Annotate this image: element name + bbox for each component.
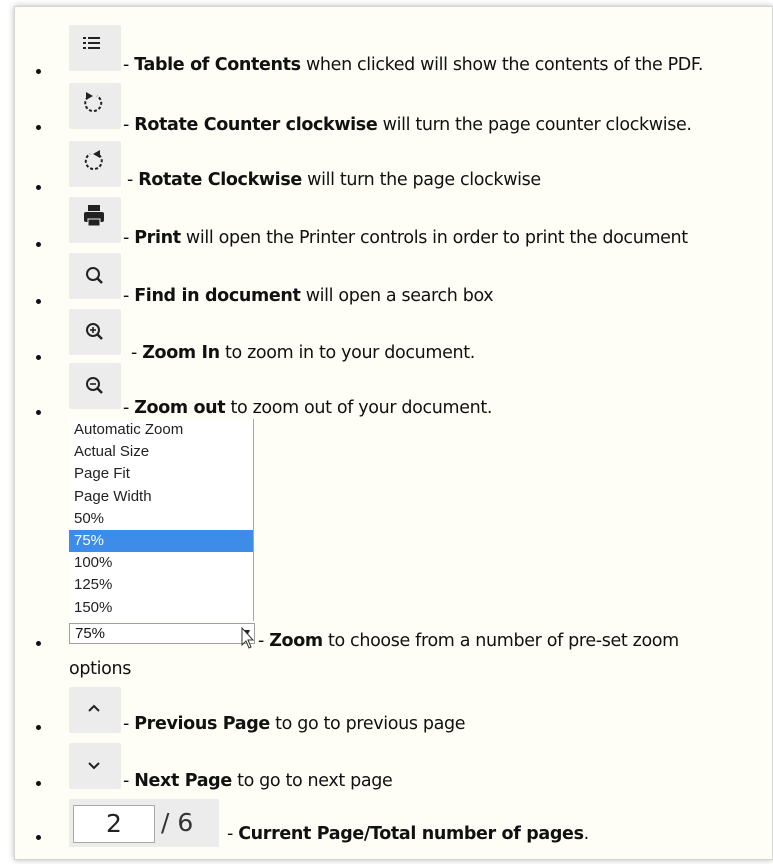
list-item: - Print will open the Printer controls i… [15,197,772,255]
item-description: - Next Page to go to next page [123,771,393,791]
list-item: - Find in document will open a search bo… [15,253,772,311]
mouse-cursor-icon [241,627,255,649]
bullet [36,355,41,360]
next-page-button[interactable] [69,743,121,789]
zoom-out-icon [86,377,103,394]
bullet [36,725,41,730]
item-term: Print [134,228,181,248]
item-description: - Find in document will open a search bo… [123,286,494,306]
print-icon [84,205,104,227]
current-page-input[interactable]: 2 [73,805,155,843]
print-button[interactable] [69,197,121,243]
chevron-down-icon [88,762,100,770]
table-of-contents-icon [83,37,100,49]
bullet [36,185,41,190]
item-term: Rotate Clockwise [138,170,302,190]
previous-page-button[interactable] [69,687,121,733]
item-term: Next Page [134,771,232,791]
zoom-in-button[interactable] [69,309,121,355]
item-term: Zoom [269,631,323,651]
zoom-select-value: 75% [75,625,106,642]
zoom-option-selected[interactable]: 75% [69,529,253,553]
item-description: - Rotate Clockwise will turn the page cl… [127,170,541,190]
bullet [36,242,41,247]
zoom-option[interactable]: 125% [69,574,253,596]
list-item: - Rotate Counter clockwise will turn the… [15,83,772,141]
item-description: - Zoom In to zoom in to your document. [131,343,475,363]
search-icon [86,267,103,284]
item-description: - Rotate Counter clockwise will turn the… [123,115,692,135]
zoom-in-icon [86,323,103,340]
zoom-option[interactable]: 50% [69,508,253,530]
item-description-continued: options [69,659,132,679]
rotate-counterclockwise-button[interactable] [69,83,121,129]
rotate-clockwise-button[interactable] [69,141,121,187]
bullet [36,781,41,786]
item-term: Table of Contents [134,55,301,75]
zoom-option[interactable]: 150% [69,597,253,619]
item-term: Zoom out [134,398,226,418]
list-item: - Zoom out to zoom out of your document. [15,363,772,421]
bullet [36,299,41,304]
total-pages: / 6 [161,808,194,837]
bullet [36,835,41,840]
zoom-options-list[interactable]: Automatic Zoom Actual Size Page Fit Page… [69,419,254,621]
item-term: Previous Page [134,714,270,734]
zoom-option[interactable]: Actual Size [69,441,253,463]
list-item: - Table of Contents when clicked will sh… [15,25,772,83]
bullet [36,410,41,415]
zoom-out-button[interactable] [69,363,121,409]
find-button[interactable] [69,253,121,299]
zoom-option[interactable]: Page Width [69,486,253,508]
list-item: - Zoom In to zoom in to your document. [15,309,772,367]
zoom-option[interactable]: Page Fit [69,463,253,485]
item-description: - Table of Contents when clicked will sh… [123,55,704,75]
item-term: Find in document [134,286,301,306]
item-description: - Previous Page to go to previous page [123,714,466,734]
item-description: - Print will open the Printer controls i… [123,228,688,248]
item-description: - Zoom to choose from a number of pre-se… [258,631,679,651]
bullet [36,125,41,130]
list-item: - Previous Page to go to previous page [15,687,772,745]
bullet [36,69,41,74]
item-term: Zoom In [142,343,220,363]
help-panel: - Table of Contents when clicked will sh… [14,6,773,860]
rotate-clockwise-icon [84,150,103,171]
bullet [36,641,41,646]
zoom-option[interactable]: 100% [69,552,253,574]
rotate-counterclockwise-icon [84,92,103,113]
item-description: - Current Page/Total number of pages. [227,824,589,844]
zoom-option[interactable]: Automatic Zoom [69,419,253,441]
item-term: Rotate Counter clockwise [134,115,378,135]
table-of-contents-button[interactable] [69,25,121,71]
zoom-select[interactable]: 75% [69,623,255,644]
list-item: - Next Page to go to next page [15,743,772,801]
chevron-up-icon [88,704,100,712]
list-item: - Rotate Clockwise will turn the page cl… [15,141,772,199]
item-term: Current Page/Total number of pages [238,824,584,844]
item-description: - Zoom out to zoom out of your document. [123,398,493,418]
